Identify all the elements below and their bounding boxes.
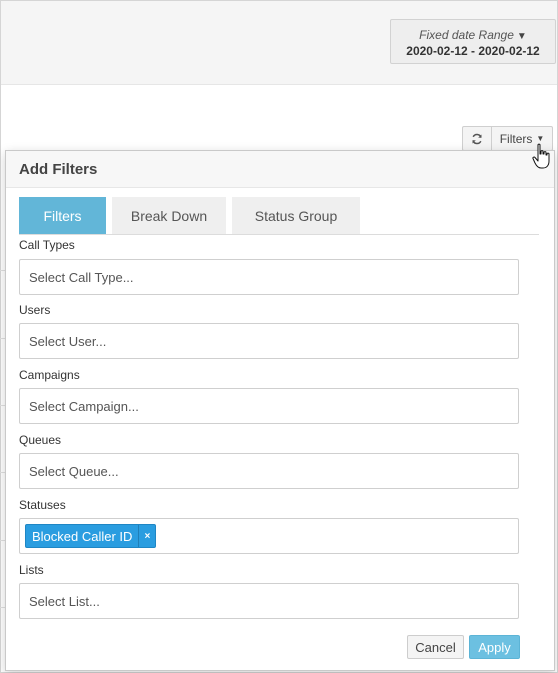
caret-down-icon: ▼ [516,31,527,42]
hand-cursor-icon [532,143,550,169]
caret-down-icon: ▼ [536,134,545,143]
cancel-button[interactable]: Cancel [407,635,464,659]
users-label: Users [19,303,51,317]
users-select[interactable]: Select User... [19,323,519,359]
add-filters-panel: Add Filters Filters Break Down Status Gr… [5,150,555,671]
statuses-label: Statuses [19,498,66,512]
lists-label: Lists [19,563,44,577]
statuses-select[interactable]: Blocked Caller ID × [19,518,519,554]
panel-title: Add Filters [19,161,98,178]
date-range-value: 2020-02-12 - 2020-02-12 [406,44,540,58]
panel-header: Add Filters [6,151,554,188]
tab-break-down[interactable]: Break Down [112,197,226,234]
lists-select[interactable]: Select List... [19,583,519,619]
call-types-select[interactable]: Select Call Type... [19,259,519,295]
call-types-label: Call Types [19,238,75,252]
campaigns-placeholder: Select Campaign... [29,398,139,414]
date-range-picker[interactable]: Fixed date Range ▼ 2020-02-12 - 2020-02-1… [390,19,556,64]
queues-label: Queues [19,433,62,447]
users-placeholder: Select User... [29,333,107,349]
date-range-label: Fixed date Range ▼ [419,28,527,42]
queues-select[interactable]: Select Queue... [19,453,519,489]
queues-placeholder: Select Queue... [29,463,119,479]
lists-placeholder: Select List... [29,593,100,609]
refresh-icon [472,133,482,144]
apply-button[interactable]: Apply [469,635,520,659]
status-tag-label: Blocked Caller ID [32,528,133,544]
campaigns-label: Campaigns [19,368,80,382]
remove-tag-icon[interactable]: × [138,525,155,547]
filters-button-label: Filters [499,131,533,146]
filter-tabs: Filters Break Down Status Group [19,197,539,235]
refresh-button[interactable] [462,126,492,151]
call-types-placeholder: Select Call Type... [29,269,134,285]
status-tag: Blocked Caller ID × [25,524,157,548]
tab-status-group[interactable]: Status Group [232,197,360,234]
tab-filters[interactable]: Filters [19,197,106,234]
campaigns-select[interactable]: Select Campaign... [19,388,519,424]
